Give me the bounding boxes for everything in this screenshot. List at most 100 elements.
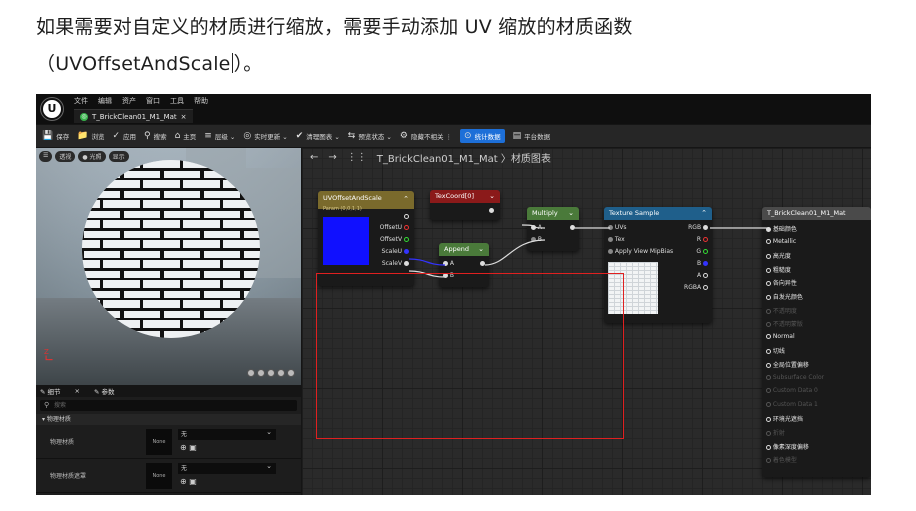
pin-offsetu[interactable]: OffsetU [380, 224, 409, 231]
output-pin[interactable] [570, 224, 575, 231]
material-input-pin[interactable]: 不透明蒙版 [766, 319, 803, 328]
platform-stats-button[interactable]: ▤ 平台数据 [513, 131, 551, 141]
viewport-menu-button[interactable]: ☰ [39, 151, 53, 162]
apply-button[interactable]: ✓ 应用 [112, 131, 136, 141]
asset-thumbnail[interactable]: None [146, 463, 172, 489]
editor-tab[interactable]: ◎ T_BrickClean01_M1_Mat × [74, 109, 193, 123]
input-pin-uvs[interactable]: UVs [608, 224, 627, 231]
plane-icon[interactable] [267, 369, 275, 377]
input-pin-mipbias[interactable]: Apply View MipBias [608, 248, 673, 255]
material-input-pin[interactable]: 切线 [766, 346, 785, 355]
output-pin[interactable] [489, 207, 494, 214]
hierarchy-button[interactable]: ≡ 层级 ⌄ [204, 131, 235, 141]
output-pin-rgba[interactable]: RGBA [684, 284, 708, 291]
material-input-pin[interactable]: Custom Data 0 [766, 387, 818, 394]
show-button[interactable]: 显示 [108, 151, 129, 162]
output-pin-rgb[interactable]: RGB [688, 224, 708, 231]
preview-state-button[interactable]: ⇆ 预览状态 ⌄ [348, 131, 392, 141]
material-input-pin[interactable]: 像素深度偏移 [766, 442, 809, 451]
color-swatch [323, 217, 369, 265]
material-input-pin[interactable]: 基础颜色 [766, 224, 797, 233]
graph-breadcrumb[interactable]: T_BrickClean01_M1_Mat 〉材质图表 [377, 150, 551, 165]
material-input-pin[interactable]: Metallic [766, 238, 796, 245]
material-input-pin[interactable]: 着色模型 [766, 455, 797, 464]
asset-dropdown[interactable]: 无 [178, 427, 276, 440]
unreal-logo-icon[interactable]: U [41, 98, 63, 120]
tab-close-button[interactable]: × [181, 113, 187, 121]
lighting-button[interactable]: ● 光照 [78, 151, 106, 162]
close-icon[interactable]: × [75, 387, 80, 395]
cylinder-icon[interactable] [247, 369, 255, 377]
forward-arrow-icon[interactable]: → [328, 152, 336, 163]
input-pin-tex[interactable]: Tex [608, 236, 625, 243]
stats-icon: ⊙ [464, 131, 472, 141]
back-arrow-icon[interactable]: ← [310, 152, 318, 163]
pin-scaleu[interactable]: ScaleU [382, 248, 409, 255]
output-pin-r[interactable]: R [697, 236, 708, 243]
node-uvoffsetandscale[interactable]: UVOffsetAndScale Param (0,0,1,1) ⌃ Offse… [318, 191, 414, 286]
perspective-button[interactable]: 透视 [55, 151, 76, 162]
tab-parameters[interactable]: ✎ 参数 [94, 386, 115, 396]
hierarchy-icon[interactable]: ⋮⋮ [347, 152, 367, 163]
home-button[interactable]: ⌂ 主页 [175, 131, 197, 141]
material-input-pin[interactable]: 全局位置偏移 [766, 360, 809, 369]
toolbar: 💾 保存 📁 浏览 ✓ 应用 ⚲ 搜索 ⌂ 主页 ≡ 层级 ⌄ ◎ 实时更新 ⌄ ✔ 清理图表 ⌄ ⇆ 预览状态 … [36, 125, 871, 147]
menu-tools[interactable]: 工具 [170, 96, 184, 106]
details-search-input[interactable]: 搜索 [40, 400, 297, 411]
output-pin-b[interactable]: B [697, 260, 708, 267]
pin-scalev[interactable]: ScaleV [382, 260, 409, 267]
save-button[interactable]: 💾 保存 [42, 131, 69, 141]
menu-edit[interactable]: 编辑 [98, 96, 112, 106]
material-input-pin[interactable]: 粗糙度 [766, 265, 791, 274]
preview-viewport[interactable]: ☰ 透视 ● 光照 显示 Z ┗━ [36, 148, 301, 385]
browse-asset-icon[interactable]: ⊕ ▣ [180, 477, 197, 486]
live-update-button[interactable]: ◎ 实时更新 ⌄ [243, 131, 287, 141]
doc-line-1: 如果需要对自定义的材质进行缩放，需要手动添加 UV 缩放的材质函数 [36, 16, 633, 38]
material-input-pin[interactable]: Custom Data 1 [766, 401, 818, 408]
hide-unrelated-button[interactable]: ⚙ 隐藏不相关 ⋮ [400, 131, 452, 141]
category-physical-material[interactable]: ▾ 物理材质 [36, 414, 301, 425]
material-input-pin[interactable]: 自发光颜色 [766, 292, 803, 301]
output-pin[interactable] [480, 260, 485, 267]
output-pin[interactable] [404, 213, 409, 220]
material-input-pin[interactable]: 折射 [766, 428, 785, 437]
pin-label: 切线 [772, 348, 785, 356]
unreal-editor-screenshot: U 文件 编辑 资产 窗口 工具 帮助 ◎ T_BrickClean01_M1_… [36, 94, 871, 495]
material-input-pin[interactable]: 环境光遮挡 [766, 414, 803, 423]
stats-button[interactable]: ⊙ 统计数据 [460, 129, 505, 143]
menu-window[interactable]: 窗口 [146, 96, 160, 106]
node-title: T_BrickClean01_M1_Mat [767, 209, 846, 217]
hierarchy-icon: ≡ [204, 131, 212, 141]
input-pin-a[interactable]: A [531, 224, 542, 231]
node-texcoord[interactable]: TexCoord[0] ⌄ [430, 190, 500, 220]
node-material-output[interactable]: T_BrickClean01_M1_Mat 基础颜色 Metallic 高光度 … [762, 207, 871, 477]
material-input-pin[interactable]: Normal [766, 333, 795, 340]
mesh-icon[interactable] [287, 369, 295, 377]
material-input-pin[interactable]: 高光度 [766, 251, 791, 260]
asset-thumbnail[interactable]: None [146, 429, 172, 455]
input-pin-a[interactable]: A [443, 260, 454, 267]
browse-asset-icon[interactable]: ⊕ ▣ [180, 443, 197, 452]
menu-asset[interactable]: 资产 [122, 96, 136, 106]
clean-graph-icon: ✔ [295, 131, 304, 141]
search-button[interactable]: ⚲ 搜索 [144, 131, 167, 141]
material-input-pin[interactable]: 各向异性 [766, 278, 797, 287]
material-input-pin[interactable]: Subsurface Color [766, 374, 824, 381]
input-pin-b[interactable]: B [531, 236, 542, 243]
cube-icon[interactable] [277, 369, 285, 377]
asset-dropdown[interactable]: 无 [178, 461, 276, 474]
tab-details[interactable]: ✎ 细节 [40, 386, 61, 396]
output-pin-g[interactable]: G [696, 248, 708, 255]
browse-button[interactable]: 📁 浏览 [77, 131, 104, 141]
node-multiply[interactable]: Multiply ⌄ A B [527, 207, 579, 251]
material-input-pin[interactable]: 不透明度 [766, 306, 797, 315]
menu-help[interactable]: 帮助 [194, 96, 208, 106]
sphere-icon[interactable] [257, 369, 265, 377]
pin-offsetv[interactable]: OffsetV [380, 236, 409, 243]
browse-icon: 📁 [77, 131, 89, 141]
output-pin-a[interactable]: A [697, 272, 708, 279]
toolbar-label: 实时更新 ⌄ [254, 133, 288, 141]
property-row: 物理材质遮罩 None 无 ⊕ ▣ [36, 459, 301, 493]
clean-graph-button[interactable]: ✔ 清理图表 ⌄ [296, 131, 340, 141]
menu-file[interactable]: 文件 [74, 96, 88, 106]
